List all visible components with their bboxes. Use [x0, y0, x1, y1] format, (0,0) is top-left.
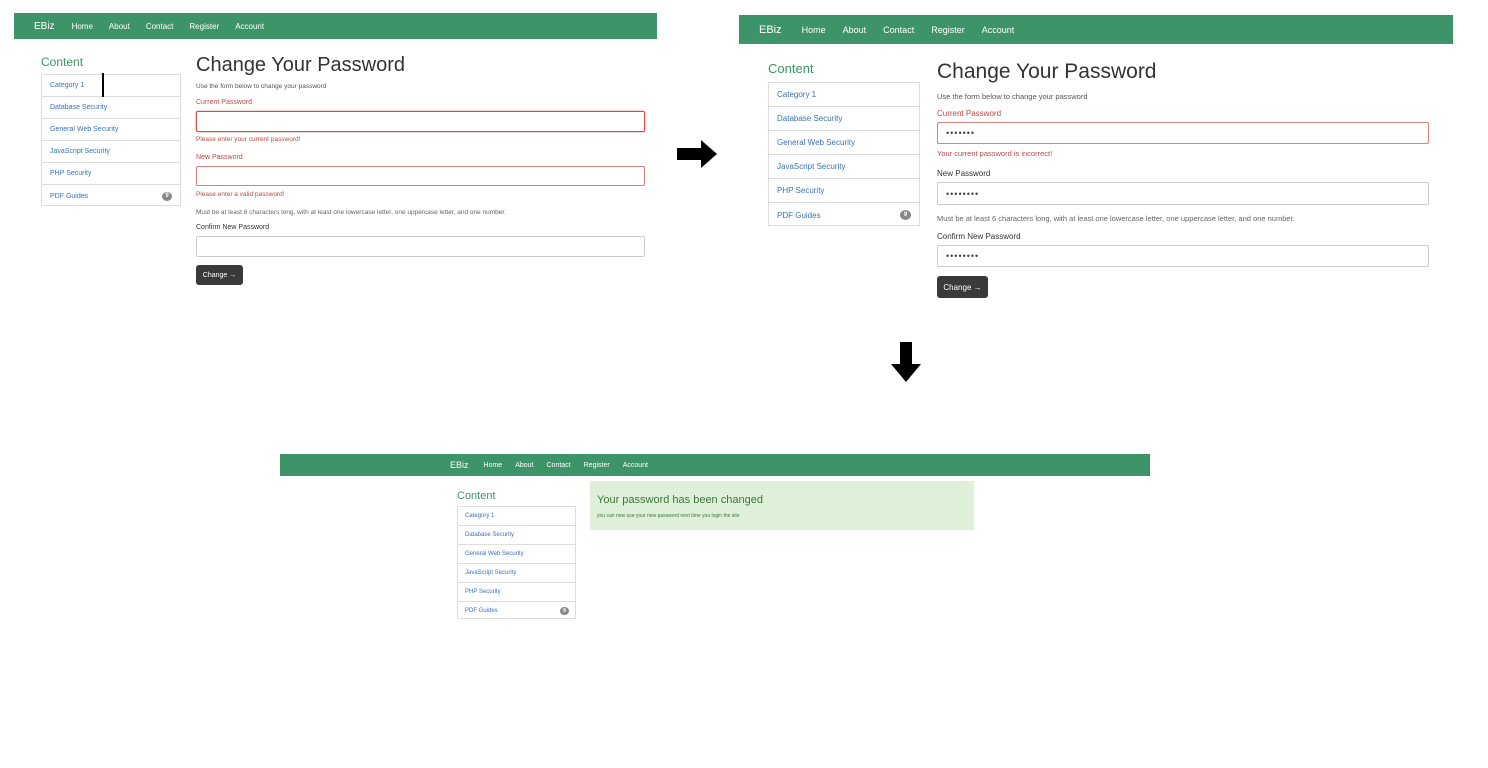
nav-account[interactable]: Account: [235, 22, 264, 31]
navbar: EBiz Home About Contact Register Account: [739, 15, 1453, 44]
new-password-label: New Password: [937, 169, 991, 178]
sidebar-item-javascript-security[interactable]: JavaScript Security: [769, 155, 919, 179]
form-description: Use the form below to change your passwo…: [196, 83, 327, 90]
sidebar-item-php-security[interactable]: PHP Security: [458, 583, 575, 602]
sidebar-item-label: PDF Guides: [465, 608, 498, 614]
arrow-right-icon: [677, 140, 717, 168]
sidebar-item-general-web-security[interactable]: General Web Security: [42, 119, 180, 141]
current-password-error: Please enter your current password!: [196, 136, 301, 143]
sidebar-title: Content: [457, 490, 496, 502]
text-cursor: [102, 73, 104, 97]
sidebar-item-pdf-guides[interactable]: PDF Guides 9: [42, 185, 180, 207]
sidebar-item-label: JavaScript Security: [465, 570, 517, 576]
nav-home[interactable]: Home: [802, 25, 826, 35]
nav-about[interactable]: About: [515, 462, 533, 469]
screenshot-password-changed: EBiz Home About Contact Register Account…: [280, 454, 1150, 624]
current-password-input[interactable]: •••••••: [937, 122, 1429, 144]
sidebar-list: Category 1 Database Security General Web…: [768, 82, 920, 226]
password-hint: Must be at least 6 characters long, with…: [937, 214, 1295, 223]
new-password-input[interactable]: [196, 166, 645, 186]
count-badge: 9: [900, 210, 911, 220]
sidebar-item-label: Database Security: [777, 114, 843, 123]
success-alert: Your password has been changed you can n…: [590, 481, 974, 530]
sidebar-list: Category 1 Database Security General Web…: [41, 74, 181, 206]
navbar-brand[interactable]: EBiz: [450, 460, 469, 470]
success-message: you can now use your new password next t…: [597, 513, 740, 519]
sidebar-item-javascript-security[interactable]: JavaScript Security: [458, 564, 575, 583]
sidebar-item-category-1[interactable]: Category 1: [769, 83, 919, 107]
sidebar-item-database-security[interactable]: Database Security: [769, 107, 919, 131]
current-password-error: Your current password is incorrect!: [937, 149, 1053, 158]
password-hint: Must be at least 6 characters long, with…: [196, 209, 507, 216]
nav-contact[interactable]: Contact: [883, 25, 914, 35]
sidebar-item-label: General Web Security: [50, 126, 119, 133]
confirm-password-input[interactable]: [196, 236, 645, 257]
change-button[interactable]: Change →: [196, 265, 243, 285]
sidebar-item-php-security[interactable]: PHP Security: [42, 163, 180, 185]
sidebar-item-javascript-security[interactable]: JavaScript Security: [42, 141, 180, 163]
sidebar-item-general-web-security[interactable]: General Web Security: [769, 131, 919, 155]
nav-account[interactable]: Account: [623, 462, 648, 469]
new-password-input[interactable]: ••••••••: [937, 182, 1429, 205]
sidebar-item-label: General Web Security: [465, 551, 524, 557]
screenshot-incorrect-password: EBiz Home About Contact Register Account…: [739, 15, 1453, 307]
nav-home[interactable]: Home: [72, 22, 93, 31]
nav-about[interactable]: About: [109, 22, 130, 31]
sidebar-title: Content: [768, 61, 814, 76]
sidebar-item-label: General Web Security: [777, 138, 856, 147]
confirm-password-input[interactable]: ••••••••: [937, 245, 1429, 267]
nav-register[interactable]: Register: [584, 462, 610, 469]
sidebar-item-database-security[interactable]: Database Security: [42, 97, 180, 119]
navbar: EBiz Home About Contact Register Account: [14, 13, 657, 39]
nav-account[interactable]: Account: [982, 25, 1015, 35]
confirm-password-label: Confirm New Password: [196, 224, 270, 231]
screenshot-empty-submit: EBiz Home About Contact Register Account…: [14, 13, 657, 293]
sidebar-item-label: PHP Security: [50, 170, 92, 177]
count-badge: 9: [560, 607, 569, 615]
nav-register[interactable]: Register: [931, 25, 965, 35]
sidebar-item-label: PDF Guides: [50, 192, 89, 200]
nav-home[interactable]: Home: [484, 462, 503, 469]
nav-contact[interactable]: Contact: [146, 22, 174, 31]
navbar-brand[interactable]: EBiz: [34, 21, 55, 32]
page-title: Change Your Password: [196, 54, 406, 76]
current-password-label: Current Password: [196, 99, 253, 106]
sidebar-item-label: Category 1: [777, 90, 817, 99]
sidebar-item-database-security[interactable]: Database Security: [458, 526, 575, 545]
form-description: Use the form below to change your passwo…: [937, 92, 1088, 101]
confirm-password-label: Confirm New Password: [937, 232, 1021, 241]
sidebar-item-label: JavaScript Security: [50, 148, 110, 155]
sidebar-item-label: PDF Guides: [777, 210, 821, 220]
sidebar-item-category-1[interactable]: Category 1: [458, 507, 575, 526]
new-password-label: New Password: [196, 154, 243, 161]
sidebar-item-category-1[interactable]: Category 1: [42, 75, 180, 97]
page-title: Change Your Password: [937, 60, 1157, 83]
nav-about[interactable]: About: [843, 25, 867, 35]
nav-contact[interactable]: Contact: [547, 462, 571, 469]
sidebar-item-label: PHP Security: [465, 589, 501, 595]
current-password-input[interactable]: [196, 111, 645, 132]
sidebar-list: Category 1 Database Security General Web…: [457, 506, 576, 619]
sidebar-item-pdf-guides[interactable]: PDF Guides 9: [458, 602, 575, 620]
sidebar-item-general-web-security[interactable]: General Web Security: [458, 545, 575, 564]
sidebar-title: Content: [41, 55, 84, 69]
arrow-down-icon: [891, 342, 921, 382]
sidebar-item-label: Category 1: [465, 513, 495, 519]
count-badge: 9: [162, 191, 172, 201]
sidebar-item-pdf-guides[interactable]: PDF Guides 9: [769, 203, 919, 227]
current-password-label: Current Password: [937, 109, 1002, 118]
navbar-brand[interactable]: EBiz: [759, 24, 782, 36]
nav-register[interactable]: Register: [189, 22, 219, 31]
navbar: EBiz Home About Contact Register Account: [280, 454, 1150, 476]
sidebar-item-php-security[interactable]: PHP Security: [769, 179, 919, 203]
sidebar-item-label: JavaScript Security: [777, 162, 846, 171]
success-title: Your password has been changed: [597, 494, 763, 506]
new-password-error: Please enter a valid password!: [196, 191, 285, 198]
sidebar-item-label: PHP Security: [777, 186, 825, 195]
change-button[interactable]: Change →: [937, 276, 988, 298]
sidebar-item-label: Database Security: [50, 104, 108, 111]
sidebar-item-label: Category 1: [50, 82, 85, 89]
sidebar-item-label: Database Security: [465, 532, 515, 538]
